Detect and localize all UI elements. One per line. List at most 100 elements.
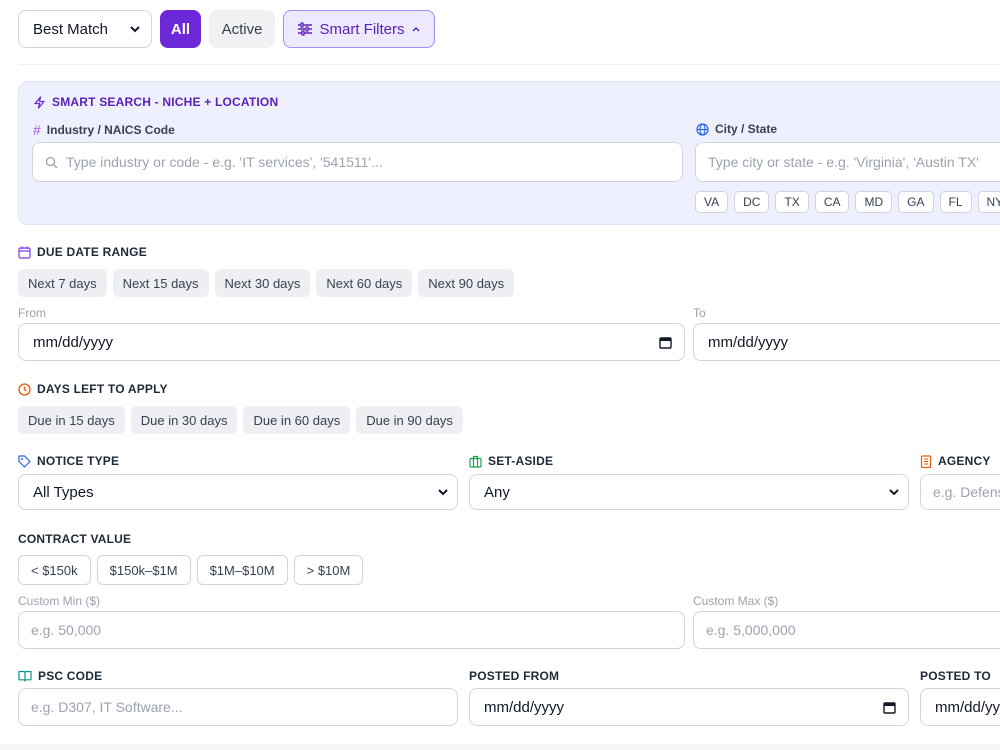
state-chips: VA DC TX CA MD GA FL NY xyxy=(695,191,1000,213)
notice-type-value: All Types xyxy=(33,483,94,501)
due-from-date-input[interactable]: mm/dd/yyyy xyxy=(18,323,685,361)
hash-icon: # xyxy=(33,122,41,138)
due-to-date-input[interactable]: mm/dd/yyyy xyxy=(693,323,1000,361)
to-label: To xyxy=(693,306,706,320)
days-left-title-text: DAYS LEFT TO APPLY xyxy=(37,382,168,396)
posted-from-title-text: POSTED FROM xyxy=(469,669,560,683)
calendar-icon xyxy=(18,246,31,259)
custom-max-label: Custom Max ($) xyxy=(693,594,779,608)
location-label-text: City / State xyxy=(715,122,778,136)
set-aside-select[interactable]: Any xyxy=(469,474,909,510)
industry-label: # Industry / NAICS Code xyxy=(33,122,175,138)
due-date-presets: Next 7 days Next 15 days Next 30 days Ne… xyxy=(18,269,515,297)
chevron-down-icon xyxy=(888,486,900,498)
industry-search-input[interactable]: Type industry or code - e.g. 'IT service… xyxy=(32,142,683,182)
preset-150k-1m[interactable]: $150k–$1M xyxy=(96,555,191,585)
state-chip-ny[interactable]: NY xyxy=(977,191,1000,213)
location-search-input[interactable]: Type city or state - e.g. 'Virginia', 'A… xyxy=(695,142,1000,182)
filters-panel: Best Match All Active Smart Filters SMAR… xyxy=(0,0,1000,744)
posted-from-date-value: mm/dd/yyyy xyxy=(484,698,565,716)
notice-type-title: NOTICE TYPE xyxy=(18,454,119,468)
custom-min-label: Custom Min ($) xyxy=(18,594,101,608)
preset-next-15-days[interactable]: Next 15 days xyxy=(112,269,209,297)
state-chip-tx[interactable]: TX xyxy=(775,191,809,213)
smart-search-title: SMART SEARCH - NICHE + LOCATION xyxy=(33,95,278,109)
psc-code-title-text: PSC CODE xyxy=(38,669,103,683)
custom-max-placeholder: e.g. 5,000,000 xyxy=(706,622,796,638)
preset-over-10m[interactable]: > $10M xyxy=(293,555,364,585)
contract-value-presets: < $150k $150k–$1M $1M–$10M > $10M xyxy=(18,555,364,585)
set-aside-title-text: SET-ASIDE xyxy=(488,454,554,468)
preset-next-7-days[interactable]: Next 7 days xyxy=(18,269,107,297)
preset-due-in-60-days[interactable]: Due in 60 days xyxy=(243,406,351,434)
book-icon xyxy=(18,670,32,682)
custom-max-input[interactable]: e.g. 5,000,000 xyxy=(693,611,1000,649)
posted-to-title: POSTED TO xyxy=(920,669,991,683)
state-chip-md[interactable]: MD xyxy=(855,191,893,213)
clock-icon xyxy=(18,382,31,396)
chevron-down-icon xyxy=(437,486,449,498)
lightning-icon xyxy=(33,95,46,109)
preset-under-150k[interactable]: < $150k xyxy=(18,555,91,585)
set-aside-title: SET-ASIDE xyxy=(469,454,553,468)
sort-select[interactable]: Best Match xyxy=(18,10,152,48)
days-left-title: DAYS LEFT TO APPLY xyxy=(18,382,168,396)
psc-code-input[interactable]: e.g. D307, IT Software... xyxy=(18,688,458,726)
posted-from-date-input[interactable]: mm/dd/yyyy xyxy=(469,688,909,726)
preset-next-90-days[interactable]: Next 90 days xyxy=(418,269,515,297)
filter-all-button[interactable]: All xyxy=(160,10,201,48)
state-chip-va[interactable]: VA xyxy=(695,191,729,213)
globe-icon xyxy=(696,122,709,136)
preset-next-30-days[interactable]: Next 30 days xyxy=(214,269,311,297)
smart-search-title-text: SMART SEARCH - NICHE + LOCATION xyxy=(52,95,279,109)
preset-due-in-30-days[interactable]: Due in 30 days xyxy=(130,406,238,434)
toolbar: Best Match All Active Smart Filters xyxy=(18,10,435,48)
contract-value-title-text: CONTRACT VALUE xyxy=(18,532,132,546)
tag-icon xyxy=(18,454,31,468)
posted-to-date-value: mm/dd/yyyy xyxy=(935,698,1000,716)
smart-search-box: SMART SEARCH - NICHE + LOCATION # Indust… xyxy=(18,81,1000,225)
sort-select-value: Best Match xyxy=(33,20,109,38)
location-label: City / State xyxy=(696,122,777,136)
state-chip-fl[interactable]: FL xyxy=(939,191,972,213)
notice-type-select[interactable]: All Types xyxy=(18,474,458,510)
set-aside-value: Any xyxy=(484,483,510,501)
chevron-up-icon xyxy=(411,25,421,33)
preset-due-in-15-days[interactable]: Due in 15 days xyxy=(18,406,125,434)
psc-code-placeholder: e.g. D307, IT Software... xyxy=(31,699,183,715)
due-to-date-value: mm/dd/yyyy xyxy=(708,333,789,351)
agency-title-text: AGENCY xyxy=(938,454,991,468)
custom-min-placeholder: e.g. 50,000 xyxy=(31,622,102,638)
smart-filters-button[interactable]: Smart Filters xyxy=(283,10,435,48)
building-icon xyxy=(920,454,932,468)
industry-label-text: Industry / NAICS Code xyxy=(46,123,175,137)
due-from-date-value: mm/dd/yyyy xyxy=(33,333,114,351)
from-label: From xyxy=(18,306,46,320)
custom-min-input[interactable]: e.g. 50,000 xyxy=(18,611,685,649)
contract-value-title: CONTRACT VALUE xyxy=(18,532,131,546)
briefcase-icon xyxy=(469,455,482,468)
posted-to-title-text: POSTED TO xyxy=(920,669,991,683)
agency-title: AGENCY xyxy=(920,454,991,468)
calendar-picker-icon[interactable] xyxy=(883,701,896,714)
state-chip-dc[interactable]: DC xyxy=(734,191,770,213)
location-search-placeholder: Type city or state - e.g. 'Virginia', 'A… xyxy=(708,154,979,170)
sliders-icon xyxy=(297,22,313,36)
notice-type-title-text: NOTICE TYPE xyxy=(37,454,120,468)
toolbar-divider xyxy=(18,64,1000,65)
due-date-title: DUE DATE RANGE xyxy=(18,245,147,259)
filter-active-button[interactable]: Active xyxy=(209,10,275,48)
preset-next-60-days[interactable]: Next 60 days xyxy=(316,269,413,297)
agency-input[interactable]: e.g. Defense xyxy=(920,474,1000,510)
state-chip-ga[interactable]: GA xyxy=(898,191,934,213)
posted-to-date-input[interactable]: mm/dd/yyyy xyxy=(920,688,1000,726)
smart-filters-label: Smart Filters xyxy=(319,20,405,38)
preset-1m-10m[interactable]: $1M–$10M xyxy=(196,555,288,585)
preset-due-in-90-days[interactable]: Due in 90 days xyxy=(356,406,463,434)
state-chip-ca[interactable]: CA xyxy=(814,191,850,213)
calendar-picker-icon[interactable] xyxy=(659,336,672,349)
search-icon xyxy=(45,156,58,169)
posted-from-title: POSTED FROM xyxy=(469,669,559,683)
psc-code-title: PSC CODE xyxy=(18,669,102,683)
due-date-title-text: DUE DATE RANGE xyxy=(37,245,147,259)
